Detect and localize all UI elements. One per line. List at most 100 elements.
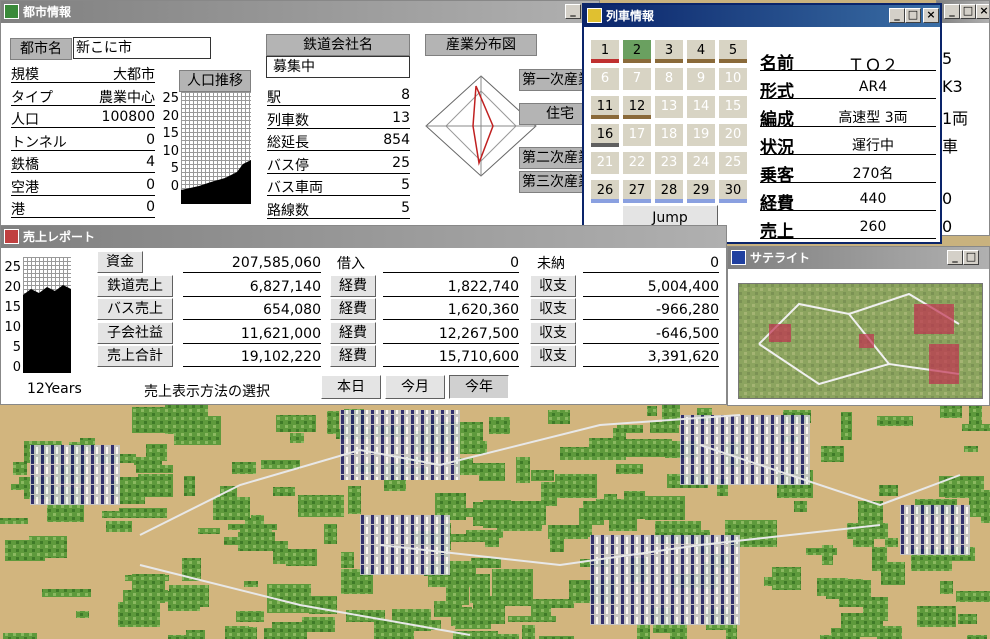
city-stat-label: 鉄橋 <box>11 157 39 173</box>
sales-right-button[interactable]: 収支 <box>530 298 576 320</box>
sales-mid-value: 1,822,740 <box>447 278 519 295</box>
train-slot-6[interactable]: 6 <box>590 67 620 91</box>
train-slot-2[interactable]: 2 <box>622 39 652 63</box>
period-button-2[interactable]: 今年 <box>449 375 509 399</box>
train-slot-number: 10 <box>724 71 742 86</box>
close-button[interactable]: × <box>976 4 989 19</box>
sales-row-label-button[interactable]: 資金 <box>97 251 143 273</box>
sales-row-label-button[interactable]: 売上合計 <box>97 345 173 367</box>
train-slot-color-bar <box>591 199 619 203</box>
sales-right-value: -646,500 <box>656 325 719 342</box>
train-slot-number: 9 <box>696 71 706 86</box>
train-slot-24[interactable]: 24 <box>686 151 716 175</box>
train-slot-number: 26 <box>596 183 614 198</box>
close-button[interactable]: × <box>923 8 939 23</box>
minimize-button[interactable]: _ <box>565 4 581 19</box>
train-slot-8[interactable]: 8 <box>654 67 684 91</box>
train-slot-22[interactable]: 22 <box>622 151 652 175</box>
satellite-map[interactable] <box>738 283 983 399</box>
sales-chart-fill <box>23 285 71 373</box>
city-map[interactable] <box>0 405 990 639</box>
train-slot-20[interactable]: 20 <box>718 123 748 147</box>
train-slot-17[interactable]: 17 <box>622 123 652 147</box>
sales-right-button[interactable]: 収支 <box>530 274 576 297</box>
city-info-titlebar[interactable]: 都市情報 <box>1 1 599 23</box>
train-slot-number: 30 <box>724 183 742 198</box>
train-slot-3[interactable]: 3 <box>654 39 684 63</box>
train-slot-number: 19 <box>692 127 710 142</box>
minimize-button[interactable]: _ <box>889 8 905 23</box>
rail-company-field[interactable]: 募集中 <box>266 56 410 78</box>
minimize-button[interactable]: _ <box>944 4 960 19</box>
maximize-button[interactable]: □ <box>960 4 976 19</box>
sales-row-label-button[interactable]: 鉄道売上 <box>97 274 173 297</box>
train-slot-number: 24 <box>692 155 710 170</box>
city-stat-underline <box>11 194 155 196</box>
company-stat-value: 5 <box>401 177 410 193</box>
train-slot-9[interactable]: 9 <box>686 67 716 91</box>
city-icon <box>4 4 19 19</box>
train-slot-number: 14 <box>692 99 710 114</box>
city-name-field[interactable]: 新こに市 <box>73 37 211 59</box>
train-slot-16[interactable]: 16 <box>590 123 620 147</box>
train-slot-19[interactable]: 19 <box>686 123 716 147</box>
sales-right-button[interactable]: 収支 <box>530 345 576 367</box>
sales-row-underline <box>183 319 321 320</box>
train-slot-30[interactable]: 30 <box>718 179 748 203</box>
sales-right-button[interactable]: 収支 <box>530 321 576 344</box>
train-slot-28[interactable]: 28 <box>654 179 684 203</box>
period-button-1[interactable]: 今月 <box>385 375 445 399</box>
maximize-button[interactable]: □ <box>905 8 921 23</box>
city-stat-underline <box>11 172 155 173</box>
period-button-0[interactable]: 本日 <box>321 375 381 399</box>
train-slot-number: 27 <box>628 183 646 198</box>
city-info-window: 都市情報 _ 都市名 新こに市 規模 大都市 タイプ 農業中心 人口 100800 トンネル… <box>0 0 600 228</box>
company-stat-underline <box>267 127 410 129</box>
train-slot-18[interactable]: 18 <box>654 123 684 147</box>
train-slot-14[interactable]: 14 <box>686 95 716 119</box>
train-slot-26[interactable]: 26 <box>590 179 620 203</box>
maximize-button[interactable]: □ <box>963 250 979 265</box>
train-slot-number: 8 <box>664 71 674 86</box>
train-slot-12[interactable]: 12 <box>622 95 652 119</box>
sales-mid-button[interactable]: 経費 <box>330 298 376 320</box>
display-method-label: 売上表示方法の選択 <box>144 384 270 400</box>
sales-row-label-button[interactable]: バス売上 <box>97 298 173 320</box>
background-window-value: 0 <box>942 217 953 236</box>
sales-mid-button[interactable]: 経費 <box>330 274 376 297</box>
train-slot-5[interactable]: 5 <box>718 39 748 63</box>
sales-axis-tick: 0 <box>12 360 21 375</box>
sales-mid-button[interactable]: 経費 <box>330 321 376 344</box>
train-slot-1[interactable]: 1 <box>590 39 620 63</box>
sales-report-titlebar[interactable]: 売上レポート <box>1 226 726 248</box>
train-slot-7[interactable]: 7 <box>622 67 652 91</box>
city-stat-value: 0 <box>146 131 155 148</box>
city-stat-label: トンネル <box>11 134 67 151</box>
train-slot-number: 1 <box>600 43 610 58</box>
train-slot-number: 18 <box>660 127 678 142</box>
population-trend-button[interactable]: 人口推移 <box>179 70 251 92</box>
train-slot-21[interactable]: 21 <box>590 151 620 175</box>
sales-row-underline <box>183 342 321 344</box>
sales-right-underline <box>583 319 719 320</box>
train-slot-23[interactable]: 23 <box>654 151 684 175</box>
population-axis-tick: 5 <box>170 161 179 176</box>
train-slot-13[interactable]: 13 <box>654 95 684 119</box>
sales-mid-button[interactable]: 経費 <box>330 345 376 367</box>
company-stat-underline <box>267 105 410 106</box>
sales-row-label-button[interactable]: 子会社益 <box>97 321 173 344</box>
city-info-title: 都市情報 <box>23 5 72 19</box>
minimize-button[interactable]: _ <box>947 250 963 265</box>
sales-row-value: 654,080 <box>263 302 321 318</box>
train-slot-27[interactable]: 27 <box>622 179 652 203</box>
train-detail-underline <box>760 70 936 71</box>
train-slot-25[interactable]: 25 <box>718 151 748 175</box>
sales-right-underline <box>583 295 719 297</box>
train-slot-4[interactable]: 4 <box>686 39 716 63</box>
train-slot-15[interactable]: 15 <box>718 95 748 119</box>
train-slot-11[interactable]: 11 <box>590 95 620 119</box>
train-info-titlebar[interactable]: 列車情報 <box>584 5 940 27</box>
train-slot-29[interactable]: 29 <box>686 179 716 203</box>
industry-map-button[interactable]: 産業分布図 <box>425 34 537 56</box>
train-slot-10[interactable]: 10 <box>718 67 748 91</box>
